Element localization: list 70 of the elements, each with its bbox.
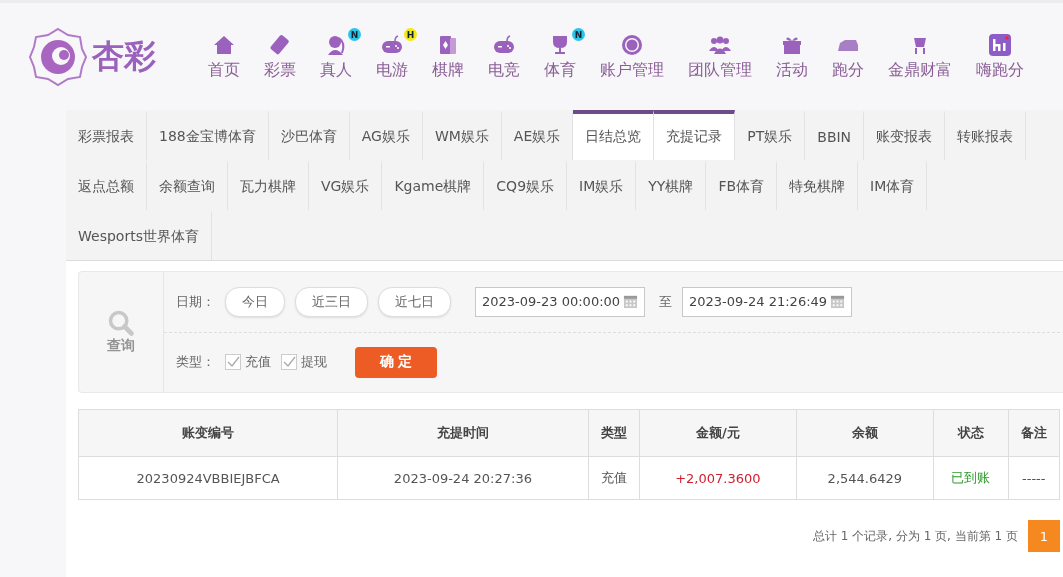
table-cell: 2,544.6429 xyxy=(796,456,934,500)
column-header: 充提时间 xyxy=(337,409,589,457)
tab[interactable]: CQ9娱乐 xyxy=(484,160,568,210)
nav-item[interactable]: 棋牌 xyxy=(420,32,476,81)
nav-item[interactable]: 团队管理 xyxy=(676,32,764,81)
date-field[interactable]: 2023-09-23 00:00:00 xyxy=(475,286,645,317)
column-header: 金额/元 xyxy=(639,409,797,457)
coin-icon xyxy=(620,33,644,57)
table-cell: 2023-09-24 20:27:36 xyxy=(337,456,589,500)
table-cell: 充值 xyxy=(588,456,640,500)
column-header: 备注 xyxy=(1008,409,1060,457)
tab[interactable]: PT娱乐 xyxy=(735,110,806,160)
nav-item[interactable]: 电竞 xyxy=(476,32,532,81)
tab[interactable]: 瓦力棋牌 xyxy=(228,160,309,210)
date-range-button[interactable]: 近三日 xyxy=(295,286,368,317)
type-checkbox[interactable]: 提现 xyxy=(281,353,327,372)
pagination-summary: 总计 1 个记录, 分为 1 页, 当前第 1 页 xyxy=(812,527,1018,545)
tab[interactable]: 188金宝博体育 xyxy=(147,110,269,160)
tab[interactable]: VG娱乐 xyxy=(309,160,383,210)
nav-item[interactable]: 彩票 xyxy=(252,32,308,81)
logo-icon xyxy=(28,26,88,87)
column-header: 余额 xyxy=(796,409,934,457)
tab[interactable]: 充提记录 xyxy=(654,110,736,160)
column-header: 状态 xyxy=(933,409,1008,457)
logo-text: 杏彩 xyxy=(92,35,156,77)
table-cell: 已到账 xyxy=(933,456,1008,500)
date-label: 日期： xyxy=(176,292,215,311)
search-label: 查询 xyxy=(107,337,135,355)
badge: N xyxy=(348,28,361,41)
tab[interactable]: 返点总额 xyxy=(66,160,147,210)
nav-item[interactable]: 金鼎财富 xyxy=(876,32,964,81)
nav-item[interactable]: 账户管理 xyxy=(588,32,676,81)
house-icon xyxy=(212,33,236,57)
search-icon xyxy=(107,309,135,337)
date-field[interactable]: 2023-09-24 21:26:49 xyxy=(682,286,852,317)
range-separator: 至 xyxy=(659,292,672,311)
tab[interactable]: 转账报表 xyxy=(945,110,1027,160)
tab[interactable]: 彩票报表 xyxy=(66,110,147,160)
calendar-icon xyxy=(623,294,638,310)
badge: N xyxy=(572,28,585,41)
tab[interactable]: 特免棋牌 xyxy=(777,160,859,210)
tab[interactable]: 余额查询 xyxy=(147,160,228,210)
tab[interactable]: Kgame棋牌 xyxy=(382,160,485,210)
column-header: 账变编号 xyxy=(78,409,338,457)
nav-item[interactable]: 活动 xyxy=(764,32,820,81)
nav-item[interactable]: 首页 xyxy=(196,32,252,81)
hi-icon xyxy=(988,33,1012,57)
calendar-icon xyxy=(830,294,845,310)
date-range-button[interactable]: 今日 xyxy=(225,286,285,317)
tab[interactable]: YY棋牌 xyxy=(636,160,707,210)
tab[interactable]: Wesports世界体育 xyxy=(66,210,212,260)
type-label: 类型： xyxy=(176,353,215,372)
column-header: 类型 xyxy=(588,409,640,457)
badge: H xyxy=(404,28,417,41)
type-checkbox[interactable]: 充值 xyxy=(225,353,271,372)
tab[interactable]: AG娱乐 xyxy=(349,110,423,160)
nav-item[interactable]: 跑分 xyxy=(820,32,876,81)
table-cell: 20230924VBBIEJBFCA xyxy=(78,456,338,500)
tab[interactable]: WM娱乐 xyxy=(422,110,502,160)
tab[interactable]: IM体育 xyxy=(858,160,928,210)
tab[interactable]: IM娱乐 xyxy=(567,160,637,210)
tab[interactable]: BBIN xyxy=(805,110,865,160)
table-cell: ----- xyxy=(1008,456,1060,500)
tab[interactable]: FB体育 xyxy=(706,160,778,210)
tab[interactable]: 账变报表 xyxy=(864,110,946,160)
tab[interactable]: 日结总览 xyxy=(573,110,655,160)
table-cell: +2,007.3600 xyxy=(639,456,797,500)
nav-item[interactable]: 嗨跑分 xyxy=(964,32,1036,81)
date-range-button[interactable]: 近七日 xyxy=(378,286,451,317)
tab[interactable]: 沙巴体育 xyxy=(268,110,350,160)
